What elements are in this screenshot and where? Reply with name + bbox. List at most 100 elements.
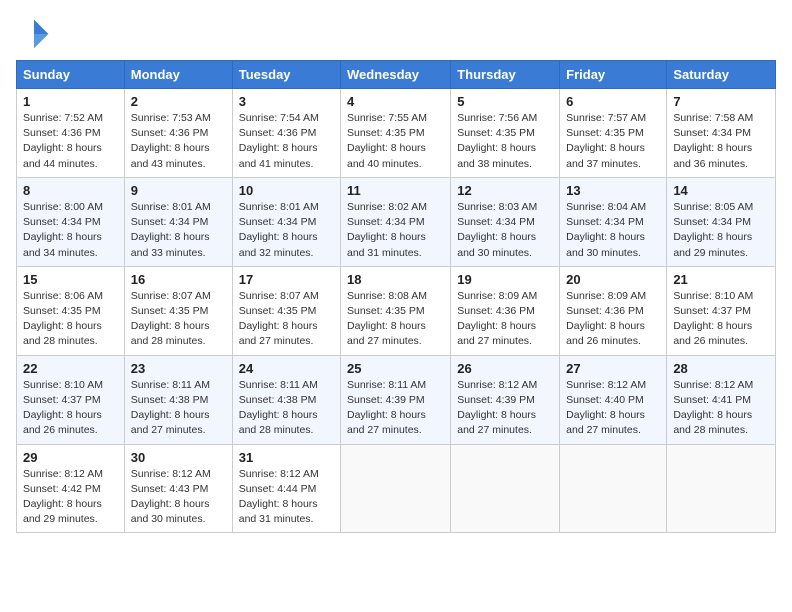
weekday-header-cell: Wednesday (341, 61, 451, 89)
day-info: Sunrise: 8:11 AM Sunset: 4:39 PM Dayligh… (347, 378, 444, 439)
day-info: Sunrise: 7:55 AM Sunset: 4:35 PM Dayligh… (347, 111, 444, 172)
calendar-day-cell: 9 Sunrise: 8:01 AM Sunset: 4:34 PM Dayli… (124, 177, 232, 266)
calendar-day-cell: 5 Sunrise: 7:56 AM Sunset: 4:35 PM Dayli… (451, 89, 560, 178)
day-info: Sunrise: 7:52 AM Sunset: 4:36 PM Dayligh… (23, 111, 118, 172)
day-number: 10 (239, 183, 334, 198)
calendar-day-cell: 4 Sunrise: 7:55 AM Sunset: 4:35 PM Dayli… (341, 89, 451, 178)
day-info: Sunrise: 8:08 AM Sunset: 4:35 PM Dayligh… (347, 289, 444, 350)
day-info: Sunrise: 8:03 AM Sunset: 4:34 PM Dayligh… (457, 200, 553, 261)
calendar-day-cell: 29 Sunrise: 8:12 AM Sunset: 4:42 PM Dayl… (17, 444, 125, 533)
calendar-body: 1 Sunrise: 7:52 AM Sunset: 4:36 PM Dayli… (17, 89, 776, 533)
day-info: Sunrise: 8:10 AM Sunset: 4:37 PM Dayligh… (673, 289, 769, 350)
day-number: 23 (131, 361, 226, 376)
day-info: Sunrise: 8:01 AM Sunset: 4:34 PM Dayligh… (239, 200, 334, 261)
day-info: Sunrise: 8:06 AM Sunset: 4:35 PM Dayligh… (23, 289, 118, 350)
day-number: 8 (23, 183, 118, 198)
day-info: Sunrise: 8:01 AM Sunset: 4:34 PM Dayligh… (131, 200, 226, 261)
day-number: 9 (131, 183, 226, 198)
day-number: 7 (673, 94, 769, 109)
day-info: Sunrise: 8:12 AM Sunset: 4:43 PM Dayligh… (131, 467, 226, 528)
day-number: 15 (23, 272, 118, 287)
day-number: 20 (566, 272, 660, 287)
day-number: 27 (566, 361, 660, 376)
calendar-day-cell: 22 Sunrise: 8:10 AM Sunset: 4:37 PM Dayl… (17, 355, 125, 444)
day-number: 22 (23, 361, 118, 376)
day-number: 31 (239, 450, 334, 465)
calendar-day-cell: 8 Sunrise: 8:00 AM Sunset: 4:34 PM Dayli… (17, 177, 125, 266)
calendar-day-cell: 20 Sunrise: 8:09 AM Sunset: 4:36 PM Dayl… (560, 266, 667, 355)
calendar-day-cell: 28 Sunrise: 8:12 AM Sunset: 4:41 PM Dayl… (667, 355, 776, 444)
calendar-day-cell: 30 Sunrise: 8:12 AM Sunset: 4:43 PM Dayl… (124, 444, 232, 533)
weekday-header-cell: Sunday (17, 61, 125, 89)
weekday-header-cell: Tuesday (232, 61, 340, 89)
calendar-day-cell: 14 Sunrise: 8:05 AM Sunset: 4:34 PM Dayl… (667, 177, 776, 266)
day-info: Sunrise: 7:58 AM Sunset: 4:34 PM Dayligh… (673, 111, 769, 172)
calendar-day-cell: 27 Sunrise: 8:12 AM Sunset: 4:40 PM Dayl… (560, 355, 667, 444)
weekday-header-cell: Friday (560, 61, 667, 89)
day-info: Sunrise: 8:11 AM Sunset: 4:38 PM Dayligh… (239, 378, 334, 439)
day-number: 3 (239, 94, 334, 109)
calendar-day-cell: 25 Sunrise: 8:11 AM Sunset: 4:39 PM Dayl… (341, 355, 451, 444)
calendar-day-cell (341, 444, 451, 533)
calendar-table: SundayMondayTuesdayWednesdayThursdayFrid… (16, 60, 776, 533)
calendar-week-row: 1 Sunrise: 7:52 AM Sunset: 4:36 PM Dayli… (17, 89, 776, 178)
calendar-day-cell: 1 Sunrise: 7:52 AM Sunset: 4:36 PM Dayli… (17, 89, 125, 178)
calendar-day-cell (560, 444, 667, 533)
day-number: 6 (566, 94, 660, 109)
day-number: 25 (347, 361, 444, 376)
calendar-day-cell: 19 Sunrise: 8:09 AM Sunset: 4:36 PM Dayl… (451, 266, 560, 355)
day-number: 4 (347, 94, 444, 109)
day-number: 11 (347, 183, 444, 198)
page-header (16, 16, 776, 52)
calendar-day-cell: 17 Sunrise: 8:07 AM Sunset: 4:35 PM Dayl… (232, 266, 340, 355)
calendar-day-cell (667, 444, 776, 533)
day-number: 28 (673, 361, 769, 376)
calendar-week-row: 29 Sunrise: 8:12 AM Sunset: 4:42 PM Dayl… (17, 444, 776, 533)
weekday-header-cell: Monday (124, 61, 232, 89)
day-info: Sunrise: 7:56 AM Sunset: 4:35 PM Dayligh… (457, 111, 553, 172)
day-info: Sunrise: 8:12 AM Sunset: 4:44 PM Dayligh… (239, 467, 334, 528)
calendar-day-cell: 31 Sunrise: 8:12 AM Sunset: 4:44 PM Dayl… (232, 444, 340, 533)
calendar-day-cell: 6 Sunrise: 7:57 AM Sunset: 4:35 PM Dayli… (560, 89, 667, 178)
day-info: Sunrise: 8:05 AM Sunset: 4:34 PM Dayligh… (673, 200, 769, 261)
day-number: 19 (457, 272, 553, 287)
day-info: Sunrise: 8:12 AM Sunset: 4:40 PM Dayligh… (566, 378, 660, 439)
day-number: 16 (131, 272, 226, 287)
logo (16, 16, 56, 52)
calendar-week-row: 8 Sunrise: 8:00 AM Sunset: 4:34 PM Dayli… (17, 177, 776, 266)
day-number: 21 (673, 272, 769, 287)
day-number: 30 (131, 450, 226, 465)
day-info: Sunrise: 8:10 AM Sunset: 4:37 PM Dayligh… (23, 378, 118, 439)
day-info: Sunrise: 8:12 AM Sunset: 4:42 PM Dayligh… (23, 467, 118, 528)
day-number: 2 (131, 94, 226, 109)
day-info: Sunrise: 8:04 AM Sunset: 4:34 PM Dayligh… (566, 200, 660, 261)
calendar-day-cell: 3 Sunrise: 7:54 AM Sunset: 4:36 PM Dayli… (232, 89, 340, 178)
calendar-day-cell: 26 Sunrise: 8:12 AM Sunset: 4:39 PM Dayl… (451, 355, 560, 444)
day-info: Sunrise: 7:53 AM Sunset: 4:36 PM Dayligh… (131, 111, 226, 172)
calendar-week-row: 15 Sunrise: 8:06 AM Sunset: 4:35 PM Dayl… (17, 266, 776, 355)
day-info: Sunrise: 8:07 AM Sunset: 4:35 PM Dayligh… (131, 289, 226, 350)
weekday-header-cell: Saturday (667, 61, 776, 89)
calendar-day-cell: 11 Sunrise: 8:02 AM Sunset: 4:34 PM Dayl… (341, 177, 451, 266)
day-info: Sunrise: 8:07 AM Sunset: 4:35 PM Dayligh… (239, 289, 334, 350)
day-info: Sunrise: 7:57 AM Sunset: 4:35 PM Dayligh… (566, 111, 660, 172)
day-number: 5 (457, 94, 553, 109)
day-number: 26 (457, 361, 553, 376)
day-number: 24 (239, 361, 334, 376)
calendar-day-cell: 18 Sunrise: 8:08 AM Sunset: 4:35 PM Dayl… (341, 266, 451, 355)
day-number: 12 (457, 183, 553, 198)
calendar-day-cell: 23 Sunrise: 8:11 AM Sunset: 4:38 PM Dayl… (124, 355, 232, 444)
logo-icon (16, 16, 52, 52)
calendar-day-cell: 10 Sunrise: 8:01 AM Sunset: 4:34 PM Dayl… (232, 177, 340, 266)
weekday-header-cell: Thursday (451, 61, 560, 89)
day-number: 18 (347, 272, 444, 287)
day-number: 14 (673, 183, 769, 198)
day-info: Sunrise: 8:12 AM Sunset: 4:41 PM Dayligh… (673, 378, 769, 439)
day-number: 17 (239, 272, 334, 287)
calendar-day-cell: 2 Sunrise: 7:53 AM Sunset: 4:36 PM Dayli… (124, 89, 232, 178)
day-info: Sunrise: 8:00 AM Sunset: 4:34 PM Dayligh… (23, 200, 118, 261)
calendar-day-cell: 15 Sunrise: 8:06 AM Sunset: 4:35 PM Dayl… (17, 266, 125, 355)
calendar-day-cell: 21 Sunrise: 8:10 AM Sunset: 4:37 PM Dayl… (667, 266, 776, 355)
day-info: Sunrise: 8:09 AM Sunset: 4:36 PM Dayligh… (457, 289, 553, 350)
day-number: 1 (23, 94, 118, 109)
